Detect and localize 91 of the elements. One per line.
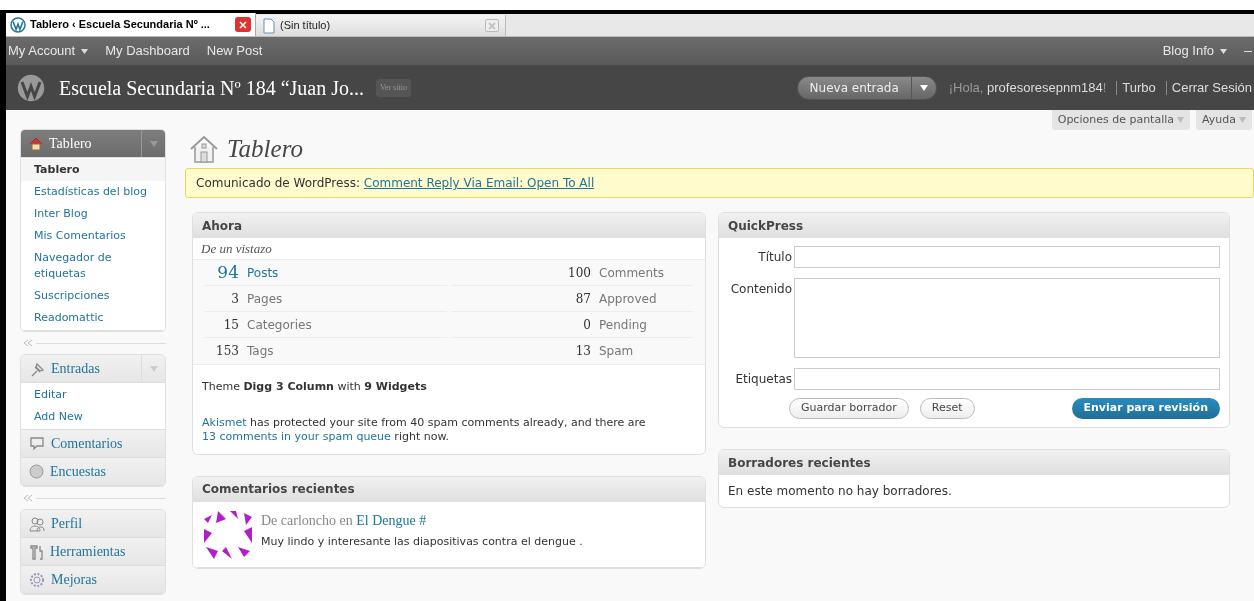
comment-byline: De carloncho en El Dengue # (261, 511, 428, 530)
empty-drafts-text: En este momento no hay borradores. (727, 483, 953, 500)
field-label: Contenido (729, 281, 793, 298)
stat-link[interactable]: Approved (599, 289, 679, 308)
browser-tab[interactable]: (Sin título) (256, 15, 506, 36)
panel-title: Ahora (193, 213, 705, 238)
panel-title: QuickPress (719, 213, 1229, 238)
caret-icon (1177, 117, 1184, 123)
header-link[interactable]: Turbo (1122, 77, 1156, 98)
stat-count: 87 (575, 290, 591, 308)
comment-text: Muy lindo y interesante las diapositivas contra el dengue . (261, 533, 583, 550)
sidebar-submenu-item[interactable]: Inter Blog (21, 203, 165, 225)
admin-bar-link[interactable]: New Post (206, 41, 263, 61)
sidebar-menu-item[interactable]: Perfil (21, 510, 165, 538)
sidebar-menu-item[interactable]: Tablero (21, 130, 165, 158)
notice-text: Comunicado de WordPress: Comment Reply Via Email: Open To All (196, 175, 595, 192)
stat-link[interactable]: Comments (599, 263, 679, 282)
stat-link[interactable]: Categories (247, 315, 312, 334)
sidebar-submenu-item[interactable]: Tablero (21, 159, 165, 181)
stat-count: 15 (222, 316, 239, 334)
pin-icon (29, 360, 45, 377)
identicon-avatar (204, 510, 252, 559)
field-label: Etiquetas (734, 371, 793, 388)
stat-count: 0 (583, 316, 591, 334)
greeting-text: ¡Hola, profesoresepnm184! (948, 78, 1107, 97)
screen-tab[interactable]: Opciones de pantalla (1051, 110, 1190, 130)
stat-link[interactable]: Pending (599, 315, 679, 334)
panel-title: Comentarios recientes (193, 476, 705, 502)
close-icon[interactable] (235, 17, 251, 32)
screen-tab[interactable]: Ayuda (1196, 110, 1252, 130)
sidebar-menu-item[interactable]: Herramientas (21, 538, 165, 566)
sidebar-submenu-item[interactable]: Add New (21, 406, 165, 428)
sidebar-submenu-item[interactable]: Readomattic (21, 307, 165, 329)
new-post-button[interactable]: Nueva entrada (796, 75, 937, 100)
wordpress-logo-icon (10, 16, 26, 33)
circle-icon (29, 464, 44, 479)
document-icon (262, 17, 276, 34)
sidebar-menu-item[interactable]: Encuestas (21, 458, 165, 486)
collapse-icon (24, 495, 32, 501)
wordpress-logo-icon (16, 72, 46, 103)
panel-title: Borradores recientes (719, 450, 1229, 475)
theme-text: Theme Digg 3 Column with 9 Widgets (193, 364, 705, 396)
caret-icon (81, 48, 89, 54)
admin-bar-link[interactable]: My Account (8, 41, 89, 61)
form-button[interactable]: Guardar borrador (789, 398, 909, 419)
caret-icon (149, 365, 158, 372)
caret-icon (919, 84, 928, 91)
sidebar-submenu-item[interactable]: Suscripciones (21, 285, 165, 307)
stat-count: 13 (575, 343, 591, 360)
house-icon (29, 136, 43, 151)
site-title: Escuela Secundaria Nº 184 “Juan Jo... (59, 75, 364, 101)
stat-count: 94 (216, 260, 239, 284)
akismet-text: Akismet has protected your site from 40 spam comments already, and there are 13 comments in your spam queue right now. (201, 414, 647, 445)
stat-count: 3 (230, 290, 239, 308)
tools-icon (29, 543, 44, 560)
caret-icon (1239, 117, 1246, 123)
stat-count: 100 (568, 264, 591, 282)
browser-tab[interactable]: Tablero ‹ Escuela Secundaria Nº ... (6, 13, 256, 36)
stat-count: 153 (215, 343, 239, 360)
gear-icon (29, 571, 45, 588)
sidebar-submenu-item[interactable]: Navegador de etiquetas (21, 247, 165, 285)
sidebar-submenu-item[interactable]: Estadísticas del blog (21, 181, 165, 203)
akismet-link[interactable]: 13 comments in your spam queue (202, 429, 391, 443)
caret-icon (149, 140, 158, 147)
stat-link[interactable]: Spam (599, 342, 679, 360)
page-title: Tablero (227, 134, 303, 165)
stat-link[interactable]: Pages (247, 289, 283, 308)
notice-link[interactable]: Comment Reply Via Email: Open To All (363, 176, 595, 190)
sidebar-menu-item[interactable]: Mejoras (21, 566, 165, 594)
header-link[interactable]: Cerrar Sesión (1171, 77, 1252, 98)
akismet-link[interactable]: Akismet (202, 415, 247, 429)
sidebar-submenu-item[interactable]: Mis Comentarios (21, 225, 165, 247)
sidebar-menu-item[interactable]: Comentarios (21, 430, 165, 458)
sidebar-submenu-item[interactable]: Editar (21, 384, 165, 406)
caret-icon (1220, 48, 1227, 54)
admin-bar-link[interactable]: My Dashboard (105, 41, 190, 61)
sidebar-menu-item[interactable]: Entradas (21, 355, 165, 383)
collapse-icon (24, 340, 32, 346)
input-field[interactable] (794, 246, 1220, 268)
speech-bubble-icon (29, 436, 45, 451)
form-button[interactable]: Reset (919, 398, 975, 419)
stat-link[interactable]: Tags (247, 342, 274, 360)
people-icon (29, 515, 45, 532)
house-icon (189, 135, 219, 163)
content-field[interactable] (794, 278, 1220, 358)
admin-bar-link[interactable]: Blog Info (1162, 41, 1227, 61)
input-field[interactable] (794, 368, 1220, 390)
submit-button[interactable]: Enviar para revisión (1071, 398, 1220, 419)
post-link[interactable]: El Dengue # (356, 512, 427, 528)
stat-link[interactable]: Posts (247, 263, 279, 282)
field-label: Título (757, 249, 793, 266)
